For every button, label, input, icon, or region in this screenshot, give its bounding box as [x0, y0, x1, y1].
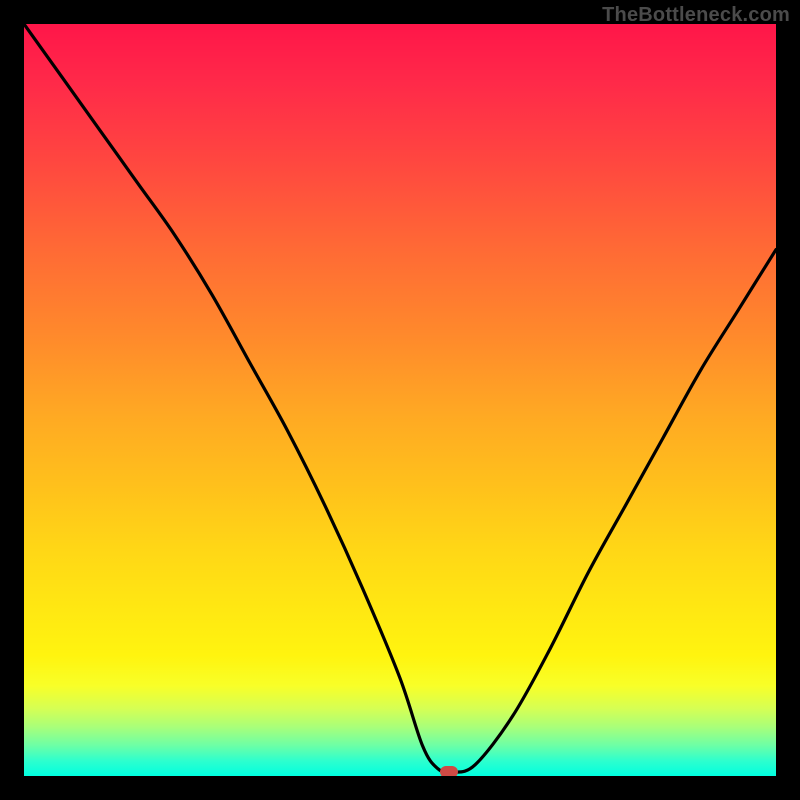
watermark-text: TheBottleneck.com [602, 4, 790, 27]
plot-area [24, 24, 776, 776]
chart-frame: TheBottleneck.com [0, 0, 800, 800]
bottleneck-marker [440, 766, 458, 776]
bottleneck-curve [24, 24, 776, 776]
